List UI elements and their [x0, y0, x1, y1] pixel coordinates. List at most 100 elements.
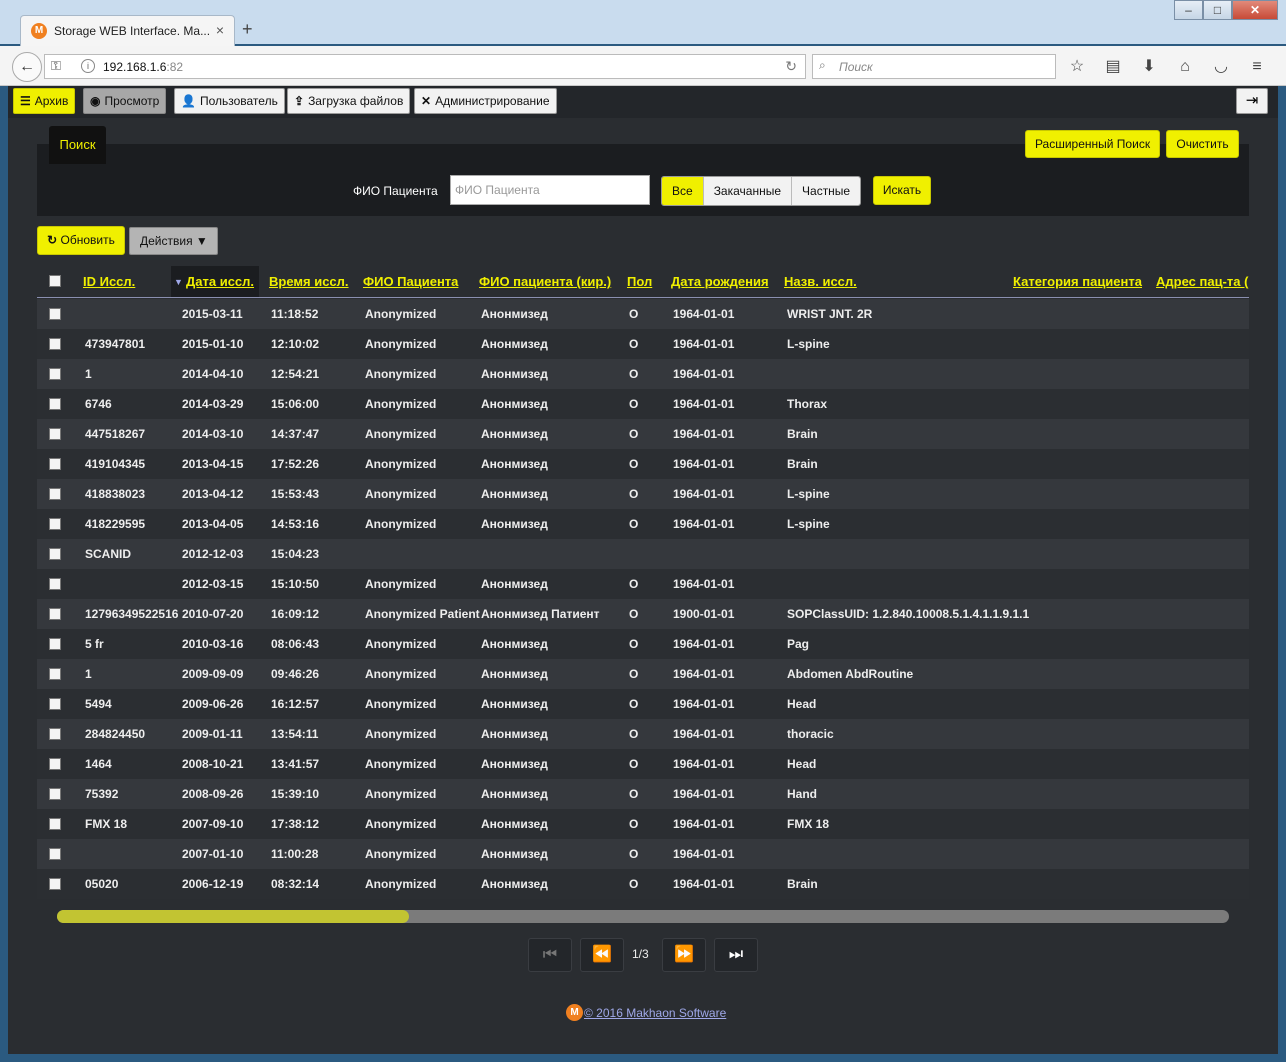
- row-checkbox[interactable]: [49, 848, 61, 860]
- menu-item-upload[interactable]: ⇪ Загрузка файлов: [287, 88, 411, 114]
- browser-tab[interactable]: M Storage WEB Interface. Ma... ×: [20, 15, 235, 47]
- search-button[interactable]: Искать: [873, 176, 931, 205]
- pocket-icon[interactable]: ◡: [1208, 56, 1234, 78]
- menu-item-view[interactable]: ◉ Просмотр: [83, 88, 167, 114]
- row-checkbox[interactable]: [49, 878, 61, 890]
- table-row[interactable]: 5494 2009-06-26 16:12:57 Anonymized Анонмизе…: [37, 689, 1249, 719]
- browser-search-input[interactable]: ⌕ Поиск: [812, 54, 1056, 79]
- table-row[interactable]: 284824450 2009-01-11 13:54:11 Anonymized Ано…: [37, 719, 1249, 749]
- horizontal-scrollbar[interactable]: [57, 910, 1229, 923]
- table-row[interactable]: 2007-01-10 11:00:28 Anonymized Анонмизед O 19…: [37, 839, 1249, 869]
- row-checkbox[interactable]: [49, 578, 61, 590]
- home-icon[interactable]: ⌂: [1172, 56, 1198, 78]
- row-checkbox[interactable]: [49, 338, 61, 350]
- reading-list-icon[interactable]: ▤: [1100, 56, 1126, 78]
- row-checkbox[interactable]: [49, 428, 61, 440]
- row-checkbox[interactable]: [49, 788, 61, 800]
- table-cell: Anonymized: [365, 337, 437, 351]
- table-row[interactable]: 447518267 2014-03-10 14:37:47 Anonymized Ано…: [37, 419, 1249, 449]
- col-patient-address[interactable]: Адрес пац-та (Г: [1156, 274, 1249, 289]
- row-checkbox[interactable]: [49, 518, 61, 530]
- table-row[interactable]: 418838023 2013-04-12 15:53:43 Anonymized Ано…: [37, 479, 1249, 509]
- row-checkbox[interactable]: [49, 458, 61, 470]
- table-cell: 1964-01-01: [673, 577, 735, 591]
- table-row[interactable]: 12796349522516 2010-07-20 16:09:12 Anonymiz…: [37, 599, 1249, 629]
- address-bar[interactable]: ⚿ i 192.168.1.6:82 ↻: [44, 54, 806, 79]
- filter-all[interactable]: Все: [662, 177, 704, 205]
- menu-item-archive[interactable]: ☰ Архив: [13, 88, 76, 114]
- first-page-button[interactable]: ⏮: [528, 938, 572, 972]
- table-cell: Анонмизед: [481, 757, 548, 771]
- maximize-icon[interactable]: □: [1203, 0, 1232, 20]
- row-checkbox[interactable]: [49, 488, 61, 500]
- table-row[interactable]: 2015-03-11 11:18:52 Anonymized Анонмизед O 19…: [37, 299, 1249, 329]
- new-tab-button[interactable]: +: [242, 19, 253, 40]
- menu-item-user[interactable]: 👤 Пользователь: [174, 88, 285, 114]
- next-page-button[interactable]: ⏩: [662, 938, 706, 972]
- row-checkbox[interactable]: [49, 308, 61, 320]
- table-cell: 1964-01-01: [673, 697, 735, 711]
- table-row[interactable]: 05020 2006-12-19 08:32:14 Anonymized Анонмиз…: [37, 869, 1249, 899]
- row-checkbox[interactable]: [49, 668, 61, 680]
- row-checkbox[interactable]: [49, 818, 61, 830]
- footer-link[interactable]: © 2016 Makhaon Software: [584, 1006, 726, 1020]
- col-patient-name-cyr[interactable]: ФИО пациента (кир.): [479, 274, 611, 289]
- row-checkbox[interactable]: [49, 638, 61, 650]
- table-cell: 1964-01-01: [673, 757, 735, 771]
- select-all-checkbox[interactable]: [49, 275, 61, 287]
- horizontal-scrollbar-thumb[interactable]: [57, 910, 409, 923]
- col-study-date[interactable]: Дата иссл.: [186, 274, 254, 289]
- downloads-icon[interactable]: ⬇: [1136, 56, 1162, 78]
- row-checkbox[interactable]: [49, 368, 61, 380]
- table-row[interactable]: 2012-03-15 15:10:50 Anonymized Анонмизед O 19…: [37, 569, 1249, 599]
- row-checkbox[interactable]: [49, 548, 61, 560]
- tab-search[interactable]: Поиск: [49, 126, 106, 164]
- table-cell: Anonymized: [365, 757, 437, 771]
- minimize-icon[interactable]: –: [1174, 0, 1203, 20]
- table-row[interactable]: FMX 18 2007-09-10 17:38:12 Anonymized Анонми…: [37, 809, 1249, 839]
- filter-private[interactable]: Частные: [792, 177, 861, 205]
- table-row[interactable]: 419104345 2013-04-15 17:52:26 Anonymized Ано…: [37, 449, 1249, 479]
- advanced-search-button[interactable]: Расширенный Поиск: [1025, 130, 1160, 158]
- table-row[interactable]: 6746 2014-03-29 15:06:00 Anonymized Анонмизе…: [37, 389, 1249, 419]
- row-checkbox[interactable]: [49, 758, 61, 770]
- col-patient-category[interactable]: Категория пациента: [1013, 274, 1142, 289]
- actions-dropdown[interactable]: Действия ▼: [129, 227, 218, 255]
- col-patient-name[interactable]: ФИО Пациента: [363, 274, 458, 289]
- col-sex[interactable]: Пол: [627, 274, 652, 289]
- row-checkbox[interactable]: [49, 398, 61, 410]
- clear-button[interactable]: Очистить: [1166, 130, 1239, 158]
- table-cell: Anonymized: [365, 847, 437, 861]
- table-cell: Анонмизед: [481, 667, 548, 681]
- table-row[interactable]: 5 fr 2010-03-16 08:06:43 Anonymized Анонмизе…: [37, 629, 1249, 659]
- tab-close-icon[interactable]: ×: [216, 22, 224, 38]
- bookmark-star-icon[interactable]: ☆: [1064, 56, 1090, 78]
- reload-icon[interactable]: ↻: [785, 58, 797, 75]
- col-birth-date[interactable]: Дата рождения: [671, 274, 769, 289]
- table-row[interactable]: 473947801 2015-01-10 12:10:02 Anonymized Ано…: [37, 329, 1249, 359]
- table-row[interactable]: 1 2009-09-09 09:46:26 Anonymized Анонмизед O 1…: [37, 659, 1249, 689]
- info-icon[interactable]: i: [81, 59, 95, 73]
- refresh-button[interactable]: ↻ Обновить: [37, 226, 125, 255]
- logout-icon[interactable]: ⇥: [1236, 88, 1268, 114]
- back-button[interactable]: ←: [12, 52, 42, 82]
- row-checkbox[interactable]: [49, 728, 61, 740]
- key-icon: ⚿: [51, 58, 61, 73]
- table-row[interactable]: 75392 2008-09-26 15:39:10 Anonymized Анонмиз…: [37, 779, 1249, 809]
- menu-item-admin[interactable]: ✕ Администрирование: [414, 88, 557, 114]
- filter-uploaded[interactable]: Закачанные: [703, 177, 793, 205]
- prev-page-button[interactable]: ⏪: [580, 938, 624, 972]
- table-row[interactable]: 1 2014-04-10 12:54:21 Anonymized Анонмизед O 1…: [37, 359, 1249, 389]
- row-checkbox[interactable]: [49, 608, 61, 620]
- row-checkbox[interactable]: [49, 698, 61, 710]
- fio-input[interactable]: ФИО Пациента: [450, 175, 650, 205]
- window-close-icon[interactable]: ✕: [1232, 0, 1278, 20]
- col-study-time[interactable]: Время иссл.: [269, 274, 349, 289]
- last-page-button[interactable]: ⏭: [714, 938, 758, 972]
- table-row[interactable]: 1464 2008-10-21 13:41:57 Anonymized Анонмизе…: [37, 749, 1249, 779]
- table-row[interactable]: 418229595 2013-04-05 14:53:16 Anonymized Ано…: [37, 509, 1249, 539]
- col-study-id[interactable]: ID Иссл.: [83, 274, 135, 289]
- col-study-name[interactable]: Назв. иссл.: [784, 274, 857, 289]
- hamburger-menu-icon[interactable]: ≡: [1244, 56, 1270, 78]
- table-row[interactable]: SCANID 2012-12-03 15:04:23: [37, 539, 1249, 569]
